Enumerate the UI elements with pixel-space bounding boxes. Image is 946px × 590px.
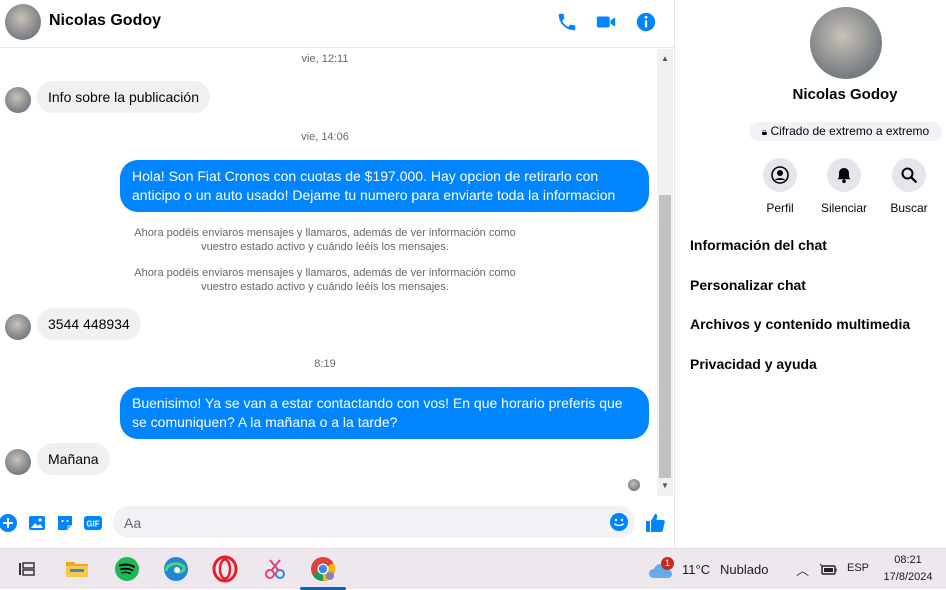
phone-icon[interactable] [556, 11, 578, 33]
encryption-badge[interactable]: 🔒︎ Cifrado de extremo a extremo [749, 122, 942, 141]
system-notice: Ahora podéis enviaros mensajes y llamaro… [0, 226, 650, 254]
bell-icon [837, 168, 851, 183]
scroll-down-arrow-icon[interactable]: ▼ [657, 478, 673, 494]
language-indicator[interactable]: ESP [847, 562, 869, 574]
weather-badge: 1 [661, 557, 674, 570]
system-notice-line: Ahora podéis enviaros mensajes y llamaro… [134, 227, 516, 239]
menu-files-media[interactable]: Archivos y contenido multimedia [690, 316, 910, 332]
encryption-label: Cifrado de extremo a extremo [770, 124, 930, 138]
sticker-icon[interactable] [55, 513, 75, 533]
snipping-tool-icon[interactable] [260, 554, 290, 584]
messenger-window: Nicolas Godoy vie, 12:11 Info sobre la p… [0, 0, 946, 548]
search-action-label: Buscar [890, 201, 928, 215]
file-explorer-icon[interactable] [62, 554, 92, 584]
menu-chat-info[interactable]: Información del chat [690, 237, 827, 253]
spotify-icon[interactable] [112, 554, 142, 584]
contact-avatar[interactable] [5, 449, 31, 475]
svg-text:GIF: GIF [86, 520, 99, 529]
profile-action[interactable]: Perfil [748, 158, 812, 215]
incoming-message[interactable]: Info sobre la publicación [37, 81, 210, 113]
info-icon[interactable] [635, 11, 657, 33]
chrome-icon[interactable] [308, 554, 338, 584]
composer: GIF Aa [0, 500, 674, 548]
mute-action-label: Silenciar [820, 201, 868, 215]
timestamp: vie, 14:06 [301, 131, 349, 143]
weather-description[interactable]: Nublado [720, 562, 768, 577]
message-input-placeholder: Aa [124, 515, 142, 531]
contact-avatar[interactable] [5, 87, 31, 113]
outgoing-message[interactable]: Hola! Son Fiat Cronos con cuotas de $197… [120, 160, 649, 212]
system-notice-line: vuestro estado activo y cuándo leéis los… [201, 281, 449, 293]
weather-temperature[interactable]: 11°C [682, 562, 710, 577]
mute-action[interactable]: Silenciar [812, 158, 876, 215]
contact-avatar[interactable] [5, 314, 31, 340]
timestamp: 8:19 [314, 358, 336, 370]
thumbs-up-icon[interactable] [644, 512, 666, 534]
menu-customize-chat[interactable]: Personalizar chat [690, 277, 806, 293]
menu-privacy-help[interactable]: Privacidad y ayuda [690, 356, 817, 372]
system-notice-line: Ahora podéis enviaros mensajes y llamaro… [134, 267, 516, 279]
scrollbar-thumb[interactable] [659, 195, 671, 478]
emoji-icon[interactable] [609, 512, 629, 532]
battery-icon[interactable] [819, 563, 837, 577]
outgoing-message[interactable]: Buenisimo! Ya se van a estar contactando… [120, 387, 649, 439]
chat-details-panel: Nicolas Godoy 🔒︎ Cifrado de extremo a ex… [675, 0, 946, 548]
incoming-message[interactable]: 3544 448934 [37, 308, 141, 340]
windows-taskbar: 1 11°C Nublado ︿ ESP 08:21 17/8/2024 [0, 548, 946, 590]
system-notice: Ahora podéis enviaros mensajes y llamaro… [0, 266, 650, 294]
message-input[interactable]: Aa [113, 506, 635, 538]
contact-name[interactable]: Nicolas Godoy [49, 12, 161, 30]
clock-time[interactable]: 08:21 [876, 554, 940, 566]
chevron-up-icon[interactable]: ︿ [796, 560, 809, 579]
opera-icon[interactable] [210, 554, 240, 584]
incoming-message[interactable]: Mañana [37, 443, 110, 475]
seen-indicator-avatar [628, 479, 640, 491]
task-view-icon[interactable] [12, 554, 42, 584]
clock-date[interactable]: 17/8/2024 [876, 571, 940, 583]
plus-icon[interactable] [0, 513, 18, 533]
lock-icon: 🔒︎ [761, 127, 768, 138]
scroll-up-arrow-icon[interactable]: ▲ [657, 51, 673, 67]
contact-avatar[interactable] [5, 4, 41, 40]
video-call-icon[interactable] [595, 11, 617, 33]
chat-pane: Nicolas Godoy vie, 12:11 Info sobre la p… [0, 0, 675, 548]
search-icon [901, 167, 917, 183]
search-action[interactable]: Buscar [877, 158, 941, 215]
edge-icon[interactable] [161, 554, 191, 584]
chat-header: Nicolas Godoy [0, 0, 674, 48]
message-list: vie, 12:11 Info sobre la publicación vie… [0, 49, 656, 496]
gif-icon[interactable]: GIF [83, 513, 103, 533]
profile-action-label: Perfil [766, 201, 794, 215]
profile-icon [771, 166, 789, 184]
profile-photo[interactable] [810, 7, 882, 79]
profile-name: Nicolas Godoy [792, 86, 898, 103]
system-notice-line: vuestro estado activo y cuándo leéis los… [201, 241, 449, 253]
photo-icon[interactable] [27, 513, 47, 533]
timestamp: vie, 12:11 [301, 53, 349, 65]
